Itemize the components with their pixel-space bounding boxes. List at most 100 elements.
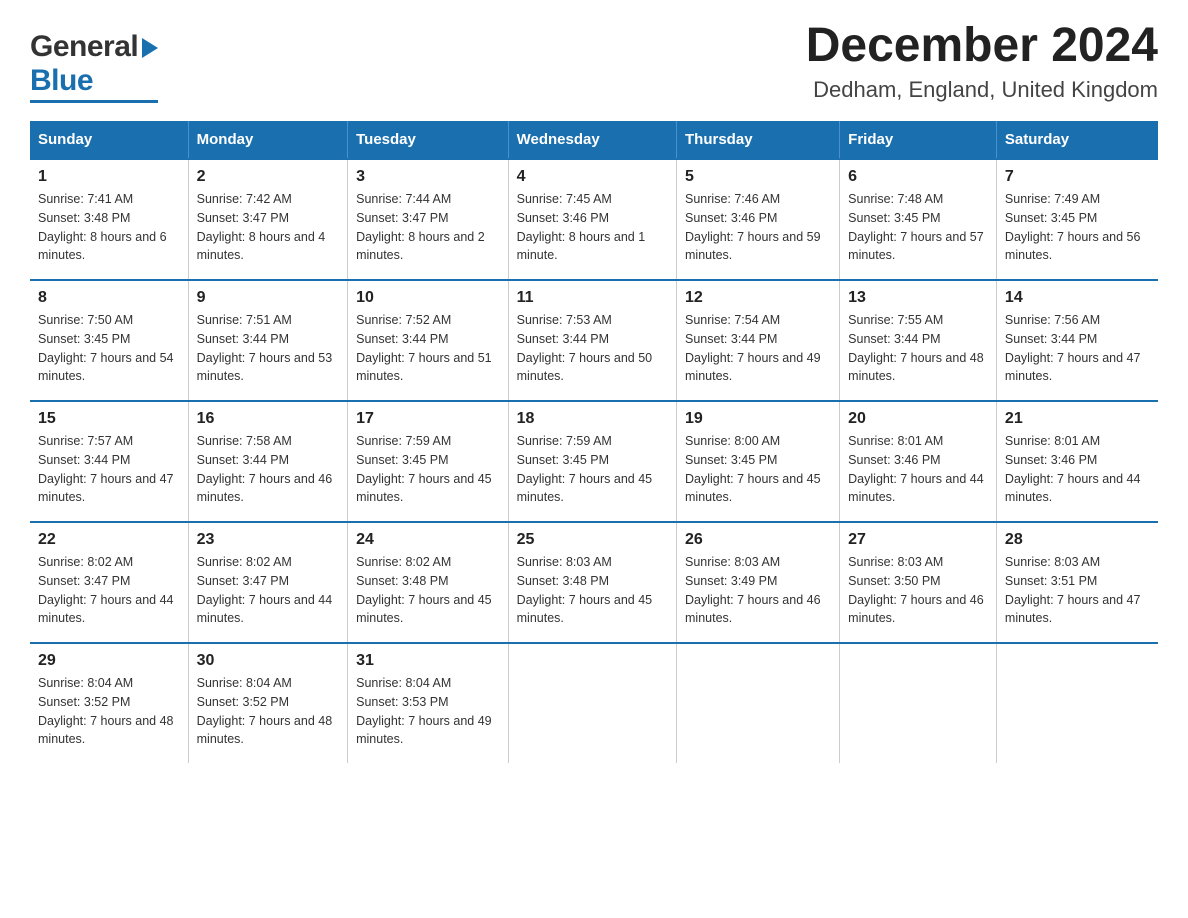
day-info: Sunrise: 7:59 AMSunset: 3:45 PMDaylight:… bbox=[356, 434, 492, 504]
calendar-day-cell: 12 Sunrise: 7:54 AMSunset: 3:44 PMDaylig… bbox=[677, 280, 840, 401]
day-number: 27 bbox=[848, 531, 988, 549]
calendar-day-cell: 31 Sunrise: 8:04 AMSunset: 3:53 PMDaylig… bbox=[348, 643, 509, 763]
day-info: Sunrise: 7:44 AMSunset: 3:47 PMDaylight:… bbox=[356, 192, 485, 262]
calendar-day-cell: 23 Sunrise: 8:02 AMSunset: 3:47 PMDaylig… bbox=[188, 522, 347, 643]
day-info: Sunrise: 7:53 AMSunset: 3:44 PMDaylight:… bbox=[517, 313, 653, 383]
day-number: 9 bbox=[197, 289, 339, 307]
calendar-day-cell: 3 Sunrise: 7:44 AMSunset: 3:47 PMDayligh… bbox=[348, 159, 509, 280]
calendar-day-cell: 22 Sunrise: 8:02 AMSunset: 3:47 PMDaylig… bbox=[30, 522, 188, 643]
calendar-day-cell: 16 Sunrise: 7:58 AMSunset: 3:44 PMDaylig… bbox=[188, 401, 347, 522]
day-number: 6 bbox=[848, 168, 988, 186]
day-number: 8 bbox=[38, 289, 180, 307]
calendar-day-cell: 15 Sunrise: 7:57 AMSunset: 3:44 PMDaylig… bbox=[30, 401, 188, 522]
day-number: 22 bbox=[38, 531, 180, 549]
calendar-day-cell: 9 Sunrise: 7:51 AMSunset: 3:44 PMDayligh… bbox=[188, 280, 347, 401]
location: Dedham, England, United Kingdom bbox=[806, 77, 1158, 103]
calendar-day-cell: 30 Sunrise: 8:04 AMSunset: 3:52 PMDaylig… bbox=[188, 643, 347, 763]
day-info: Sunrise: 8:04 AMSunset: 3:53 PMDaylight:… bbox=[356, 676, 492, 746]
calendar-day-cell: 6 Sunrise: 7:48 AMSunset: 3:45 PMDayligh… bbox=[840, 159, 997, 280]
calendar-day-header: Saturday bbox=[996, 121, 1158, 159]
day-number: 1 bbox=[38, 168, 180, 186]
day-info: Sunrise: 8:03 AMSunset: 3:49 PMDaylight:… bbox=[685, 555, 821, 625]
calendar-day-cell: 28 Sunrise: 8:03 AMSunset: 3:51 PMDaylig… bbox=[996, 522, 1158, 643]
day-number: 31 bbox=[356, 652, 500, 670]
calendar-day-cell: 25 Sunrise: 8:03 AMSunset: 3:48 PMDaylig… bbox=[508, 522, 676, 643]
day-number: 30 bbox=[197, 652, 339, 670]
day-info: Sunrise: 8:03 AMSunset: 3:51 PMDaylight:… bbox=[1005, 555, 1141, 625]
day-number: 19 bbox=[685, 410, 831, 428]
day-number: 18 bbox=[517, 410, 668, 428]
day-info: Sunrise: 7:55 AMSunset: 3:44 PMDaylight:… bbox=[848, 313, 984, 383]
calendar-day-cell: 27 Sunrise: 8:03 AMSunset: 3:50 PMDaylig… bbox=[840, 522, 997, 643]
day-number: 29 bbox=[38, 652, 180, 670]
day-info: Sunrise: 8:01 AMSunset: 3:46 PMDaylight:… bbox=[1005, 434, 1141, 504]
calendar-week-row: 1 Sunrise: 7:41 AMSunset: 3:48 PMDayligh… bbox=[30, 159, 1158, 280]
day-info: Sunrise: 8:03 AMSunset: 3:50 PMDaylight:… bbox=[848, 555, 984, 625]
calendar-table: SundayMondayTuesdayWednesdayThursdayFrid… bbox=[30, 121, 1158, 763]
calendar-week-row: 15 Sunrise: 7:57 AMSunset: 3:44 PMDaylig… bbox=[30, 401, 1158, 522]
calendar-day-cell bbox=[508, 643, 676, 763]
day-number: 25 bbox=[517, 531, 668, 549]
day-number: 12 bbox=[685, 289, 831, 307]
day-info: Sunrise: 7:54 AMSunset: 3:44 PMDaylight:… bbox=[685, 313, 821, 383]
day-info: Sunrise: 7:49 AMSunset: 3:45 PMDaylight:… bbox=[1005, 192, 1141, 262]
calendar-day-cell: 18 Sunrise: 7:59 AMSunset: 3:45 PMDaylig… bbox=[508, 401, 676, 522]
logo-general-text: General bbox=[30, 30, 138, 64]
calendar-day-cell: 19 Sunrise: 8:00 AMSunset: 3:45 PMDaylig… bbox=[677, 401, 840, 522]
day-info: Sunrise: 7:56 AMSunset: 3:44 PMDaylight:… bbox=[1005, 313, 1141, 383]
day-number: 2 bbox=[197, 168, 339, 186]
calendar-day-header: Friday bbox=[840, 121, 997, 159]
day-number: 3 bbox=[356, 168, 500, 186]
day-info: Sunrise: 8:02 AMSunset: 3:47 PMDaylight:… bbox=[38, 555, 174, 625]
day-info: Sunrise: 7:59 AMSunset: 3:45 PMDaylight:… bbox=[517, 434, 653, 504]
day-info: Sunrise: 7:50 AMSunset: 3:45 PMDaylight:… bbox=[38, 313, 174, 383]
day-info: Sunrise: 7:58 AMSunset: 3:44 PMDaylight:… bbox=[197, 434, 333, 504]
calendar-day-cell: 21 Sunrise: 8:01 AMSunset: 3:46 PMDaylig… bbox=[996, 401, 1158, 522]
calendar-day-cell bbox=[677, 643, 840, 763]
day-number: 15 bbox=[38, 410, 180, 428]
day-number: 20 bbox=[848, 410, 988, 428]
day-number: 5 bbox=[685, 168, 831, 186]
day-number: 17 bbox=[356, 410, 500, 428]
day-number: 21 bbox=[1005, 410, 1150, 428]
day-info: Sunrise: 8:01 AMSunset: 3:46 PMDaylight:… bbox=[848, 434, 984, 504]
calendar-day-cell: 10 Sunrise: 7:52 AMSunset: 3:44 PMDaylig… bbox=[348, 280, 509, 401]
calendar-day-cell: 29 Sunrise: 8:04 AMSunset: 3:52 PMDaylig… bbox=[30, 643, 188, 763]
day-info: Sunrise: 7:42 AMSunset: 3:47 PMDaylight:… bbox=[197, 192, 326, 262]
month-title: December 2024 bbox=[806, 20, 1158, 73]
day-info: Sunrise: 7:52 AMSunset: 3:44 PMDaylight:… bbox=[356, 313, 492, 383]
day-info: Sunrise: 8:00 AMSunset: 3:45 PMDaylight:… bbox=[685, 434, 821, 504]
day-info: Sunrise: 8:04 AMSunset: 3:52 PMDaylight:… bbox=[38, 676, 174, 746]
day-info: Sunrise: 7:51 AMSunset: 3:44 PMDaylight:… bbox=[197, 313, 333, 383]
day-info: Sunrise: 8:04 AMSunset: 3:52 PMDaylight:… bbox=[197, 676, 333, 746]
calendar-week-row: 29 Sunrise: 8:04 AMSunset: 3:52 PMDaylig… bbox=[30, 643, 1158, 763]
calendar-day-cell: 14 Sunrise: 7:56 AMSunset: 3:44 PMDaylig… bbox=[996, 280, 1158, 401]
day-number: 13 bbox=[848, 289, 988, 307]
calendar-day-header: Sunday bbox=[30, 121, 188, 159]
calendar-day-cell: 13 Sunrise: 7:55 AMSunset: 3:44 PMDaylig… bbox=[840, 280, 997, 401]
calendar-week-row: 8 Sunrise: 7:50 AMSunset: 3:45 PMDayligh… bbox=[30, 280, 1158, 401]
day-info: Sunrise: 7:45 AMSunset: 3:46 PMDaylight:… bbox=[517, 192, 646, 262]
day-info: Sunrise: 8:02 AMSunset: 3:48 PMDaylight:… bbox=[356, 555, 492, 625]
day-number: 4 bbox=[517, 168, 668, 186]
logo-arrow-icon bbox=[142, 38, 158, 58]
day-info: Sunrise: 7:48 AMSunset: 3:45 PMDaylight:… bbox=[848, 192, 984, 262]
logo: General Blue bbox=[30, 20, 158, 103]
calendar-day-cell: 20 Sunrise: 8:01 AMSunset: 3:46 PMDaylig… bbox=[840, 401, 997, 522]
calendar-day-cell: 7 Sunrise: 7:49 AMSunset: 3:45 PMDayligh… bbox=[996, 159, 1158, 280]
day-number: 24 bbox=[356, 531, 500, 549]
logo-underline bbox=[30, 100, 158, 103]
day-number: 28 bbox=[1005, 531, 1150, 549]
day-info: Sunrise: 7:41 AMSunset: 3:48 PMDaylight:… bbox=[38, 192, 167, 262]
calendar-day-cell bbox=[840, 643, 997, 763]
day-number: 14 bbox=[1005, 289, 1150, 307]
calendar-day-header: Thursday bbox=[677, 121, 840, 159]
day-number: 26 bbox=[685, 531, 831, 549]
calendar-day-cell: 26 Sunrise: 8:03 AMSunset: 3:49 PMDaylig… bbox=[677, 522, 840, 643]
calendar-day-cell: 2 Sunrise: 7:42 AMSunset: 3:47 PMDayligh… bbox=[188, 159, 347, 280]
calendar-week-row: 22 Sunrise: 8:02 AMSunset: 3:47 PMDaylig… bbox=[30, 522, 1158, 643]
logo-blue-text: Blue bbox=[30, 64, 93, 98]
calendar-day-cell: 24 Sunrise: 8:02 AMSunset: 3:48 PMDaylig… bbox=[348, 522, 509, 643]
day-number: 10 bbox=[356, 289, 500, 307]
day-info: Sunrise: 8:02 AMSunset: 3:47 PMDaylight:… bbox=[197, 555, 333, 625]
